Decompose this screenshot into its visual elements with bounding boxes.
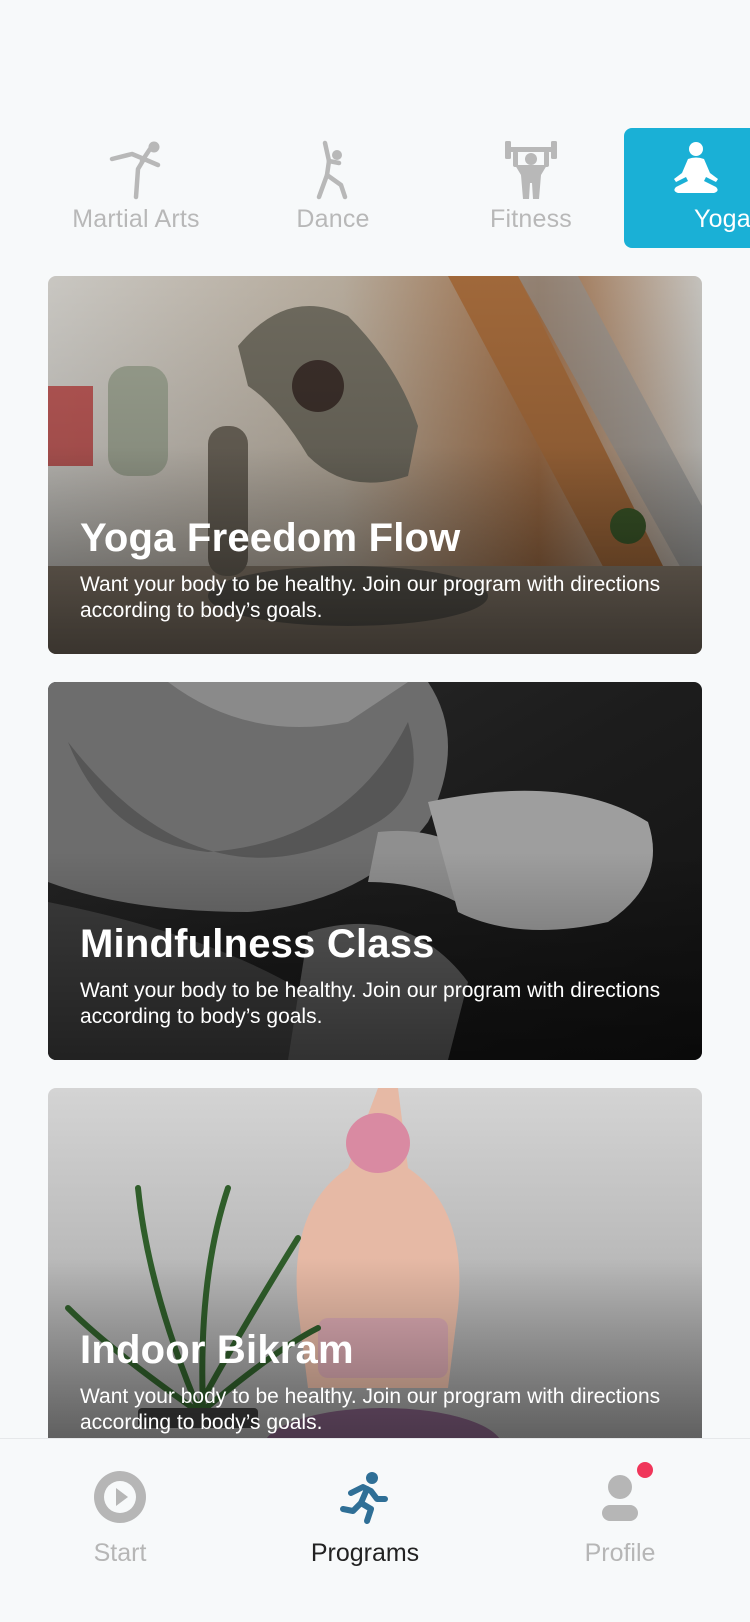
dance-icon	[316, 140, 348, 200]
program-title: Mindfulness Class	[80, 922, 435, 966]
martial-arts-icon	[109, 141, 161, 200]
programs-screen: Martial Arts Dance Fitness Yoga Yoga Fre…	[0, 0, 750, 1622]
nav-label: Profile	[584, 1539, 656, 1567]
program-card-yoga-freedom-flow[interactable]: Yoga Freedom Flow Want your body to be h…	[48, 276, 702, 654]
category-tab-yoga[interactable]: Yoga	[624, 128, 750, 248]
nav-label: Programs	[310, 1539, 420, 1567]
category-label: Martial Arts	[72, 205, 200, 233]
program-description: Want your body to be healthy. Join our p…	[80, 573, 661, 622]
category-label: Yoga	[694, 205, 750, 233]
category-tabs: Martial Arts Dance Fitness Yoga	[0, 128, 750, 248]
bottom-navigation: Start Programs Profile	[0, 1438, 750, 1622]
program-card-indoor-bikram[interactable]: Indoor Bikram Want your body to be healt…	[48, 1088, 702, 1466]
nav-label: Start	[93, 1539, 147, 1567]
category-tab-martial-arts[interactable]: Martial Arts	[56, 128, 216, 248]
program-title: Yoga Freedom Flow	[80, 516, 461, 560]
program-title: Indoor Bikram	[80, 1328, 354, 1372]
user-icon	[602, 1475, 638, 1521]
nav-item-programs[interactable]: Programs	[265, 1439, 465, 1622]
category-tab-dance[interactable]: Dance	[253, 128, 413, 248]
program-description: Want your body to be healthy. Join our p…	[80, 979, 661, 1028]
program-description: Want your body to be healthy. Join our p…	[80, 1385, 661, 1434]
yoga-icon	[674, 142, 718, 193]
category-tab-fitness[interactable]: Fitness	[451, 128, 611, 248]
play-circle-icon	[94, 1471, 146, 1523]
nav-item-profile[interactable]: Profile	[520, 1439, 720, 1622]
category-label: Dance	[296, 205, 370, 233]
nav-item-start[interactable]: Start	[20, 1439, 220, 1622]
fitness-icon	[505, 141, 557, 199]
program-card-mindfulness-class[interactable]: Mindfulness Class Want your body to be h…	[48, 682, 702, 1060]
running-person-icon	[340, 1472, 388, 1524]
notification-badge	[637, 1462, 653, 1478]
category-label: Fitness	[490, 205, 572, 233]
